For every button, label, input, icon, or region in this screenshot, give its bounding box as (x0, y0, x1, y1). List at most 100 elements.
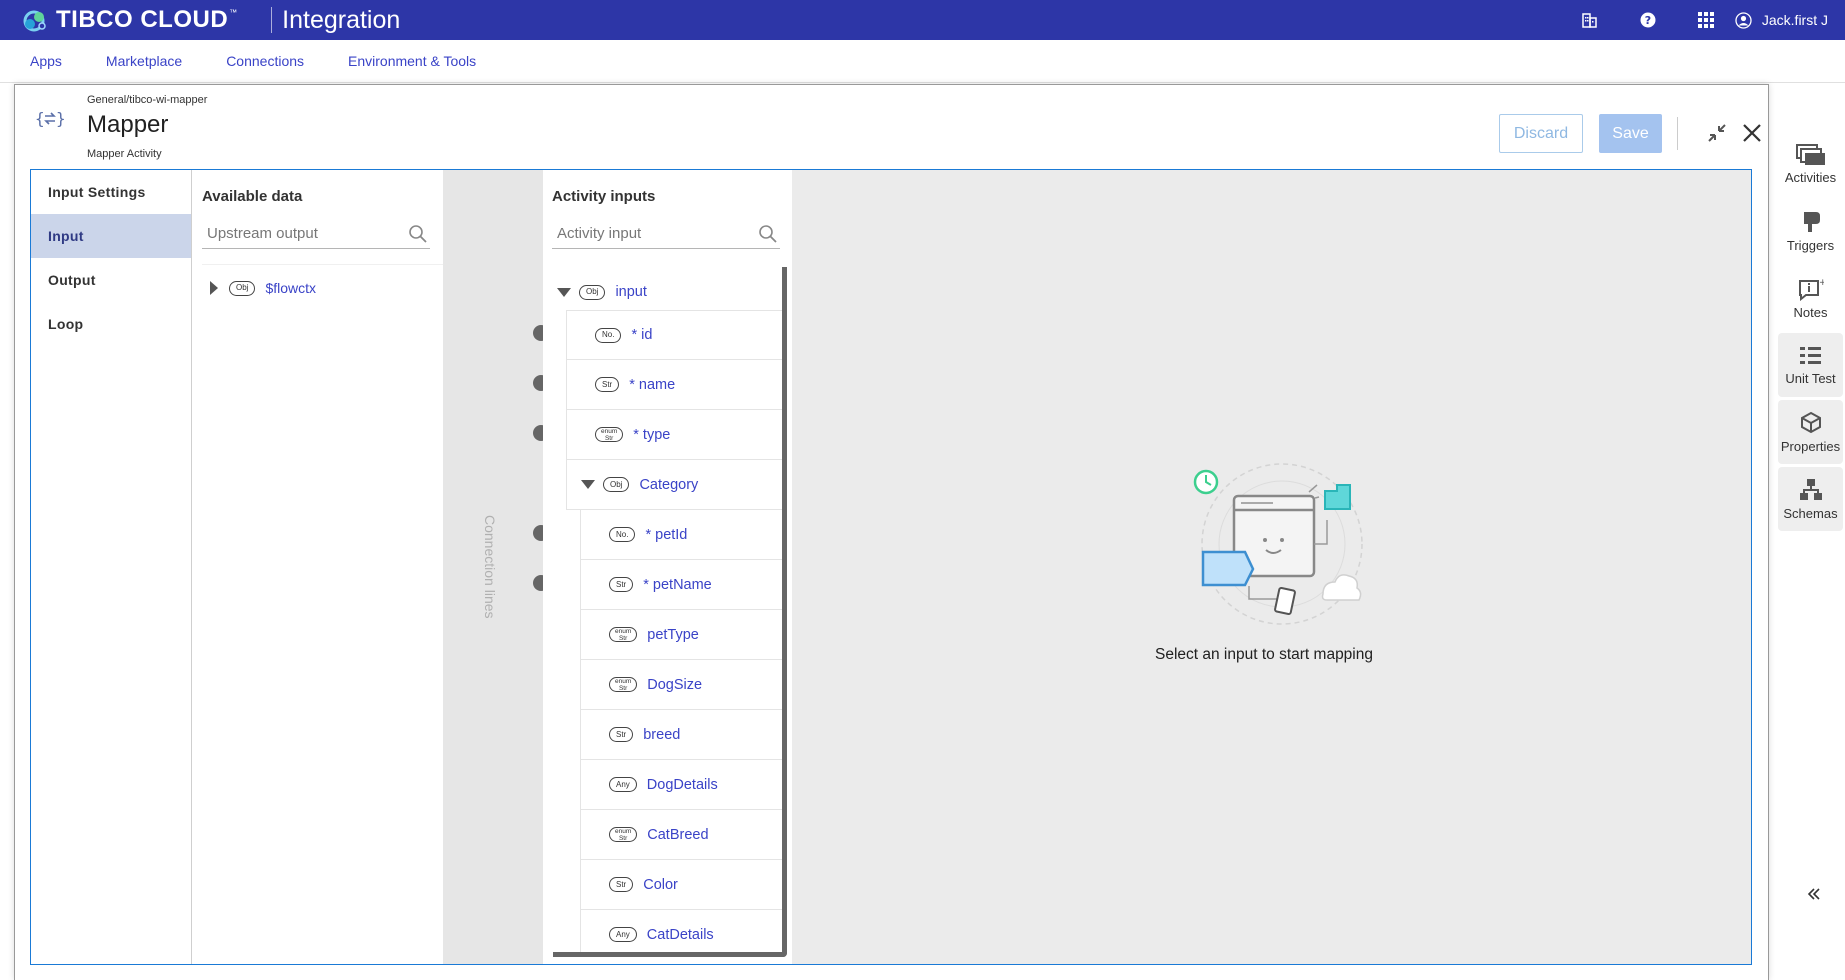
tab-output[interactable]: Output (31, 258, 191, 302)
search-icon[interactable] (408, 224, 428, 244)
tree-node-flowctx[interactable]: Obj $flowctx (209, 280, 316, 296)
tree-node-category[interactable]: Obj Category (566, 460, 782, 510)
tree-node-catdetails[interactable]: Any CatDetails (580, 910, 782, 952)
tree-node-catbreed[interactable]: enum Str CatBreed (580, 810, 782, 860)
badge-type: Str (618, 684, 628, 692)
tree-node-label: * petId (645, 526, 688, 543)
rail-triggers-label: Triggers (1786, 237, 1835, 253)
type-badge: Str (609, 727, 634, 742)
activity-inputs-title: Activity inputs (552, 188, 656, 205)
tree-node-label: DogDetails (646, 776, 718, 793)
type-badge: Obj (579, 284, 606, 300)
caret-down-icon[interactable] (557, 287, 571, 297)
header-divider (1677, 117, 1678, 150)
enum-type-badge: enum Str (609, 677, 638, 692)
rail-unit-test-label: Unit Test (1785, 370, 1836, 386)
tree-node-color[interactable]: Str Color (580, 860, 782, 910)
tab-input-settings[interactable]: Input Settings (31, 170, 191, 214)
tibco-logo-icon (23, 10, 46, 32)
svg-text:}: } (56, 109, 65, 128)
apps-grid-icon[interactable] (1677, 0, 1735, 40)
rail-notes[interactable]: + Notes (1778, 266, 1843, 330)
tree-node-label: Color (643, 876, 678, 893)
available-divider (202, 264, 443, 265)
tree-node-petname[interactable]: Str * petName (580, 560, 782, 610)
discard-button[interactable]: Discard (1499, 114, 1583, 153)
enum-type-badge: enum Str (609, 827, 638, 842)
brand-trademark: ™ (229, 7, 238, 17)
tree-node-dogsize[interactable]: enum Str DogSize (580, 660, 782, 710)
rail-unit-test[interactable]: Unit Test (1778, 333, 1843, 397)
svg-text:?: ? (1645, 14, 1651, 27)
tree-node-dogdetails[interactable]: Any DogDetails (580, 760, 782, 810)
connection-lines-area: Connection lines (443, 170, 549, 964)
tab-loop[interactable]: Loop (31, 302, 191, 346)
type-badge: No. (609, 527, 636, 542)
badge-enum: enum (615, 827, 632, 835)
help-icon[interactable]: ? (1619, 0, 1677, 40)
enum-type-badge: enum Str (609, 627, 638, 642)
tree-node-label: CatDetails (646, 926, 714, 943)
type-badge: No. (595, 327, 622, 343)
rail-triggers[interactable]: Triggers (1778, 199, 1843, 263)
activity-inputs-panel: Activity inputs Obj input No. * id Str *… (543, 170, 792, 964)
rail-notes-label: Notes (1793, 304, 1828, 320)
tree-node-petid[interactable]: No. * petId (580, 510, 782, 560)
type-badge: Str (595, 377, 620, 392)
activity-inputs-tree: Obj input No. * id Str * name enum Str * … (553, 267, 787, 957)
nav-apps[interactable]: Apps (30, 53, 62, 69)
rail-activities[interactable]: Activities (1778, 132, 1843, 196)
brand-divider (271, 7, 273, 33)
svg-text:+: + (1819, 278, 1824, 288)
badge-enum: enum (601, 427, 618, 435)
tibco-cloud-logo[interactable]: TIBCO CLOUD ™ (20, 6, 237, 34)
user-name: Jack.first J (1761, 12, 1828, 28)
caret-down-icon[interactable] (581, 480, 595, 489)
tree-node-label: * name (629, 376, 676, 393)
notes-icon: + (1798, 278, 1824, 301)
double-chevron-left-icon (1807, 888, 1820, 900)
right-rail: Activities Triggers + Notes Unit Test Pr… (1772, 132, 1845, 552)
rail-properties-label: Properties (1780, 438, 1841, 454)
tree-node-name[interactable]: Str * name (566, 360, 782, 410)
upstream-search (202, 220, 430, 249)
rail-properties[interactable]: Properties (1778, 400, 1843, 464)
tree-node-id[interactable]: No. * id (566, 310, 782, 360)
close-icon[interactable] (1739, 120, 1765, 146)
tree-node-label: CatBreed (647, 826, 709, 843)
rail-schemas[interactable]: Schemas (1778, 467, 1843, 531)
brand-name: TIBCO CLOUD (56, 6, 229, 33)
upstream-search-input[interactable] (202, 220, 402, 247)
user-menu[interactable]: Jack.first J (1735, 11, 1845, 29)
nav-marketplace[interactable]: Marketplace (106, 53, 182, 69)
tab-input[interactable]: Input (31, 214, 191, 258)
tree-node-type[interactable]: enum Str * type (566, 410, 782, 460)
mapper-editor: Input Settings Input Output Loop Availab… (30, 169, 1752, 965)
activity-input-search (552, 220, 780, 249)
product-name: Integration (282, 5, 401, 34)
tree-node-breed[interactable]: Str breed (580, 710, 782, 760)
rail-collapse-button[interactable] (1800, 880, 1828, 908)
type-badge: Obj (229, 280, 256, 296)
minimize-icon[interactable] (1705, 121, 1729, 145)
nav-connections[interactable]: Connections (226, 53, 304, 69)
search-icon[interactable] (758, 224, 778, 244)
mapper-icon: { } (35, 109, 65, 128)
badge-enum: enum (615, 677, 632, 685)
badge-type: Str (618, 834, 628, 842)
save-button[interactable]: Save (1599, 114, 1662, 153)
breadcrumb: General/tibco-wi-mapper (87, 94, 208, 106)
rail-schemas-label: Schemas (1783, 505, 1838, 521)
triggers-icon (1803, 211, 1820, 232)
page-title: Mapper (87, 111, 169, 138)
caret-right-icon[interactable] (209, 281, 219, 295)
tree-node-pettype[interactable]: enum Str petType (580, 610, 782, 660)
page-subtitle: Mapper Activity (87, 148, 162, 160)
tree-node-label: $flowctx (265, 280, 317, 296)
type-badge: Any (609, 927, 637, 942)
nav-environment-tools[interactable]: Environment & Tools (348, 53, 476, 69)
buildings-icon[interactable] (1561, 0, 1619, 40)
activity-input-search-input[interactable] (552, 220, 752, 247)
type-badge: Str (609, 577, 634, 592)
schemas-icon (1799, 478, 1822, 500)
